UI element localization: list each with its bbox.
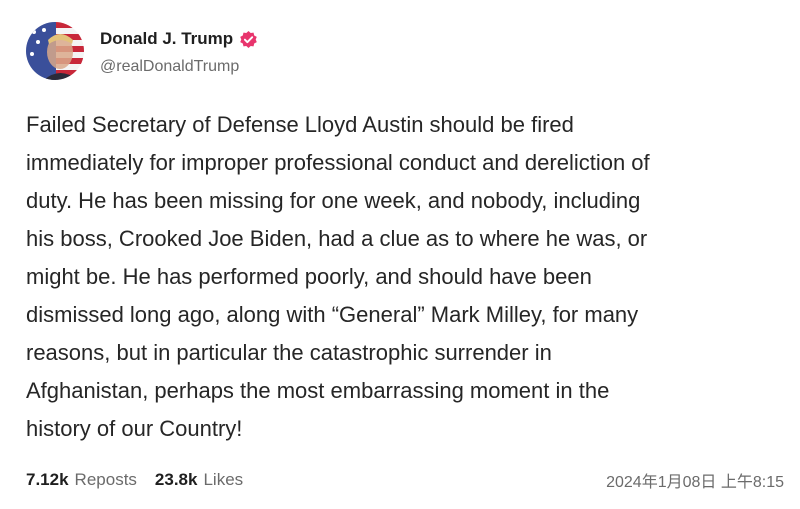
post-card: Donald J. Trump @realDonaldTrump Failed …: [0, 0, 800, 509]
post-body-line: duty. He has been missing for one week, …: [26, 188, 641, 213]
author-handle[interactable]: @realDonaldTrump: [100, 58, 258, 76]
avatar-image: [26, 22, 84, 80]
verified-badge-icon: [239, 30, 258, 49]
post-body-line: might be. He has performed poorly, and s…: [26, 264, 592, 289]
name-row: Donald J. Trump: [100, 26, 258, 52]
avatar[interactable]: [26, 22, 84, 80]
post-body-line: Afghanistan, perhaps the most embarrassi…: [26, 378, 610, 403]
author-display-name[interactable]: Donald J. Trump: [100, 29, 233, 49]
post-header: Donald J. Trump @realDonaldTrump: [26, 22, 258, 80]
reposts-count: 7.12k: [26, 470, 69, 489]
post-body-line: reasons, but in particular the catastrop…: [26, 340, 552, 365]
post-timestamp[interactable]: 2024年1月08日 上午8:15: [606, 468, 784, 492]
likes-label: Likes: [203, 470, 244, 489]
likes-stat[interactable]: 23.8k Likes: [155, 470, 243, 490]
likes-count: 23.8k: [154, 470, 198, 489]
post-body: Failed Secretary of Defense Lloyd Austin…: [26, 106, 786, 448]
post-body-line: his boss, Crooked Joe Biden, had a clue …: [26, 226, 648, 251]
reposts-stat[interactable]: 7.12k Reposts: [26, 470, 137, 490]
reposts-label: Reposts: [74, 470, 137, 489]
post-body-line: history of our Country!: [26, 416, 243, 441]
author-identity: Donald J. Trump @realDonaldTrump: [100, 26, 258, 76]
post-body-line: Failed Secretary of Defense Lloyd Austin…: [26, 112, 574, 137]
post-body-line: immediately for improper professional co…: [26, 150, 650, 175]
post-footer: 7.12k Reposts 23.8k Likes 2024年1月08日 上午8…: [26, 468, 784, 492]
post-body-line: dismissed long ago, along with “General”…: [26, 302, 639, 327]
